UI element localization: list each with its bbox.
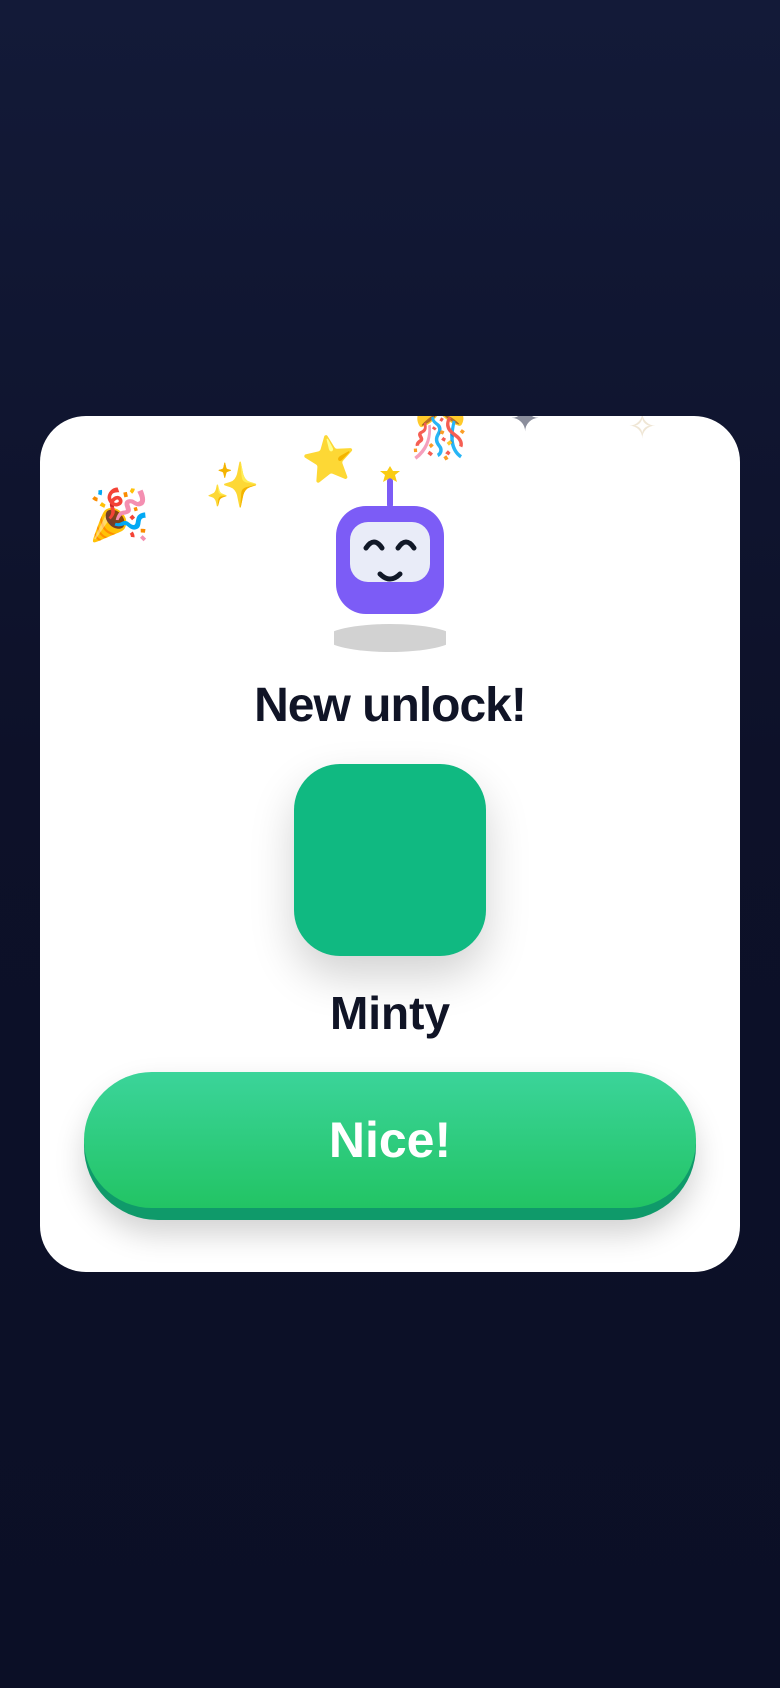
unlocked-item-name: Minty: [329, 987, 451, 1039]
confetti-ball-icon: 🎊: [410, 416, 470, 462]
unlock-dialog: 🎉 ✨ ⭐ 🎊 ✦ ✧ New unlock! Minty Nice!: [40, 416, 740, 1272]
robot-mascot-icon: [334, 466, 446, 652]
party-popper-icon: 🎉: [88, 486, 151, 544]
sparkles-icon: ✨: [205, 460, 260, 511]
unlocked-color-swatch: [294, 764, 486, 956]
nice-button[interactable]: Nice!: [84, 1072, 696, 1220]
nice-button-label: Nice!: [84, 1072, 696, 1208]
sparkle-icon: ✧: [628, 416, 657, 447]
dialog-title: New unlock!: [254, 679, 527, 732]
sparkle-icon: ✦: [510, 416, 541, 440]
